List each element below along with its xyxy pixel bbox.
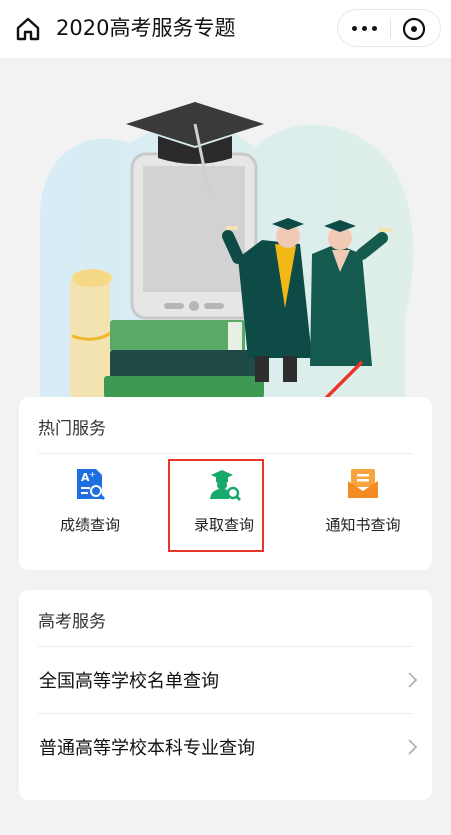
gaokao-services-card: 高考服务 全国高等学校名单查询 普通高等学校本科专业查询 — [19, 590, 432, 800]
list-item-major-list[interactable]: 普通高等学校本科专业查询 — [19, 714, 432, 780]
letter-icon — [348, 469, 378, 498]
highlight-box — [168, 459, 264, 552]
close-circle-icon[interactable] — [402, 17, 426, 41]
mini-program-capsule — [337, 9, 441, 47]
chevron-right-icon — [408, 739, 418, 755]
divider — [38, 453, 413, 454]
capsule-divider — [390, 19, 391, 38]
score-query-button[interactable]: A + 成绩查询 — [35, 467, 145, 535]
hot-services-title: 热门服务 — [38, 419, 106, 439]
graduation-illustration — [40, 102, 414, 398]
notice-query-button[interactable]: 通知书查询 — [308, 467, 418, 535]
more-icon[interactable] — [338, 10, 390, 46]
chevron-right-icon — [408, 672, 418, 688]
page-title: 2020高考服务专题 — [56, 16, 236, 40]
list-item-label: 普通高等学校本科专业查询 — [39, 738, 255, 759]
list-item-label: 全国高等学校名单查询 — [39, 671, 219, 692]
svg-text:+: + — [89, 470, 96, 479]
score-search-icon: A + — [77, 469, 106, 501]
list-item-university-list[interactable]: 全国高等学校名单查询 — [19, 647, 432, 713]
gaokao-services-title: 高考服务 — [38, 612, 106, 632]
score-query-label: 成绩查询 — [59, 516, 120, 534]
top-bar: 2020高考服务专题 — [0, 0, 451, 58]
notice-query-label: 通知书查询 — [325, 516, 401, 534]
home-icon[interactable] — [14, 15, 42, 43]
